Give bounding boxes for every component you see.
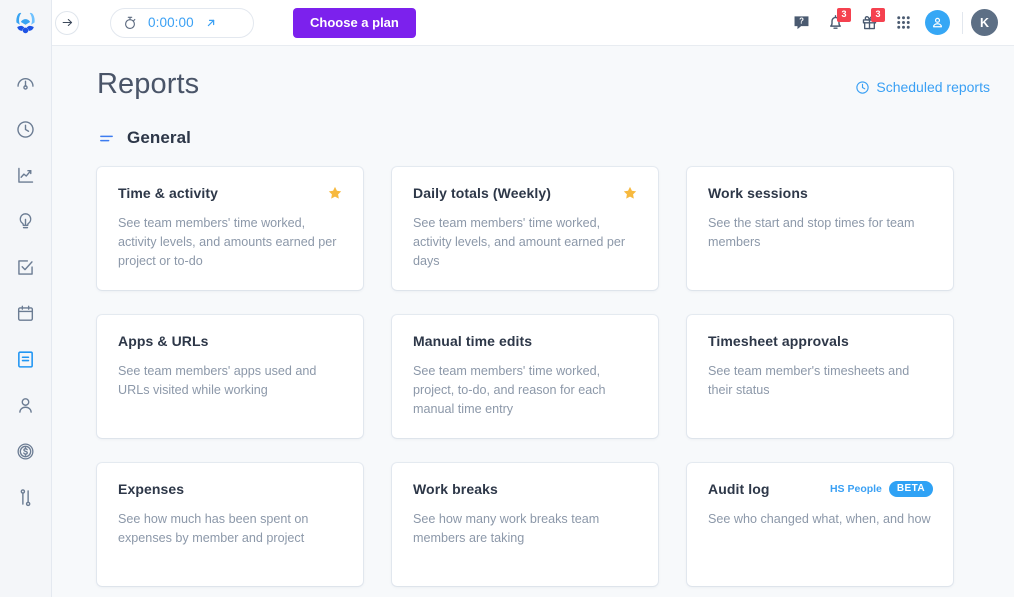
sidebar-item-settings[interactable]: [0, 474, 52, 520]
report-card[interactable]: Apps & URLs See team members' apps used …: [97, 315, 363, 438]
star-icon[interactable]: [327, 185, 343, 201]
card-title: Daily totals (Weekly): [413, 185, 551, 201]
gift-badge: 3: [871, 7, 885, 22]
bell-icon[interactable]: 3: [818, 6, 852, 40]
card-header: Apps & URLs: [118, 333, 343, 349]
card-header: Manual time edits: [413, 333, 638, 349]
card-description: See team members' time worked, activity …: [413, 216, 626, 269]
card-title: Work sessions: [708, 185, 808, 201]
report-card[interactable]: Timesheet approvals See team member's ti…: [687, 315, 953, 438]
help-icon[interactable]: ?: [784, 6, 818, 40]
person-circle-icon[interactable]: [924, 10, 950, 35]
card-header: Work breaks: [413, 481, 638, 497]
sidebar-items: [0, 46, 52, 520]
stopwatch-icon: [125, 16, 136, 29]
apps-grid-icon[interactable]: [886, 6, 920, 40]
topbar-icons: ? 3 3 K: [784, 6, 1002, 40]
report-card[interactable]: Daily totals (Weekly) See team members' …: [392, 167, 658, 290]
sidebar-item-projects[interactable]: [0, 244, 52, 290]
content-area: Reports Scheduled reports General Time &…: [52, 46, 1014, 597]
card-description: See team member's timesheets and their s…: [708, 364, 910, 398]
card-title: Expenses: [118, 481, 185, 497]
report-card[interactable]: Work sessions See the start and stop tim…: [687, 167, 953, 290]
scheduled-reports-label: Scheduled reports: [876, 79, 990, 95]
sidebar-item-activity[interactable]: [0, 152, 52, 198]
topbar-divider: [962, 11, 963, 34]
sidebar-item-people[interactable]: [0, 382, 52, 428]
card-header: Work sessions: [708, 185, 933, 201]
sidebar-item-financials[interactable]: [0, 428, 52, 474]
page-title: Reports: [97, 68, 200, 100]
hubstaff-logo[interactable]: [0, 0, 52, 46]
main-region: 0:00:00 Choose a plan ? 3 3 K Reports Sc…: [52, 0, 1014, 597]
card-description: See how many work breaks team members ar…: [413, 512, 600, 546]
card-title: Apps & URLs: [118, 333, 209, 349]
report-card[interactable]: Expenses See how much has been spent on …: [97, 463, 363, 586]
scheduled-reports-link[interactable]: Scheduled reports: [855, 79, 990, 99]
card-description: See who changed what, when, and how: [708, 512, 931, 526]
star-icon[interactable]: [622, 185, 638, 201]
sidebar-item-insights[interactable]: [0, 198, 52, 244]
top-bar: 0:00:00 Choose a plan ? 3 3 K: [52, 0, 1014, 46]
report-card-grid: Time & activity See team members' time w…: [97, 167, 990, 586]
timer-widget[interactable]: 0:00:00: [110, 7, 254, 38]
card-header: Daily totals (Weekly): [413, 185, 638, 201]
report-card[interactable]: Manual time edits See team members' time…: [392, 315, 658, 438]
clock-icon: [856, 80, 870, 94]
section-header-general: General: [97, 128, 990, 148]
app-root: 0:00:00 Choose a plan ? 3 3 K Reports Sc…: [0, 0, 1014, 597]
section-title: General: [127, 128, 192, 147]
card-description: See how much has been spent on expenses …: [118, 512, 309, 546]
person-circle-icon-wrap[interactable]: [920, 6, 954, 40]
user-avatar[interactable]: K: [971, 9, 998, 36]
card-title: Time & activity: [118, 185, 219, 201]
card-title: Timesheet approvals: [708, 333, 849, 349]
card-title: Audit log: [708, 481, 770, 497]
svg-text:?: ?: [799, 17, 804, 26]
left-sidebar: [0, 0, 52, 597]
timer-value: 0:00:00: [148, 15, 194, 30]
report-card[interactable]: Time & activity See team members' time w…: [97, 167, 363, 290]
card-header: Audit log HS People BETA: [708, 481, 933, 497]
card-header: Time & activity: [118, 185, 343, 201]
card-description: See team members' apps used and URLs vis…: [118, 364, 317, 398]
card-header-right: [327, 185, 343, 201]
card-title: Work breaks: [413, 481, 498, 497]
page-header: Reports Scheduled reports: [97, 46, 990, 99]
status-badge: BETA: [888, 481, 933, 497]
arrow-up-right-icon[interactable]: [204, 16, 218, 30]
arrow-right-icon: [62, 18, 72, 27]
sidebar-collapse-button[interactable]: [55, 10, 79, 35]
report-card[interactable]: Audit log HS People BETA See who changed…: [687, 463, 953, 586]
card-description: See the start and stop times for team me…: [708, 216, 915, 250]
card-header-right: [622, 185, 638, 201]
bell-badge: 3: [837, 7, 851, 22]
card-title: Manual time edits: [413, 333, 533, 349]
card-product-tag: HS People: [829, 483, 882, 495]
card-description: See team members' time worked, activity …: [118, 216, 337, 269]
list-lines-icon: [100, 135, 113, 141]
card-header-right: HS People BETA: [830, 481, 933, 497]
card-header: Expenses: [118, 481, 343, 497]
report-card[interactable]: Work breaks See how many work breaks tea…: [392, 463, 658, 586]
card-description: See team members' time worked, project, …: [413, 364, 606, 417]
sidebar-item-reports[interactable]: [0, 336, 52, 382]
sidebar-item-schedules[interactable]: [0, 290, 52, 336]
choose-plan-button[interactable]: Choose a plan: [293, 7, 416, 38]
sidebar-item-timesheets[interactable]: [0, 106, 52, 152]
sidebar-item-dashboard[interactable]: [0, 60, 52, 106]
card-header: Timesheet approvals: [708, 333, 933, 349]
gift-icon[interactable]: 3: [852, 6, 886, 40]
